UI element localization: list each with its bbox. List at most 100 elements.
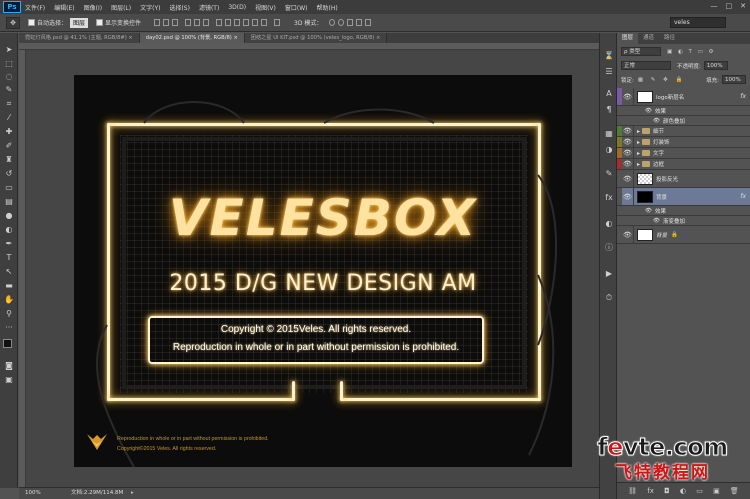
layer-group-row[interactable]: 👁 ▸ 边框 [617,159,750,170]
info-panel-icon[interactable]: ⓘ [604,243,614,253]
layer-group-row[interactable]: 👁 ▸ 細节 [617,126,750,137]
align-middle-icon[interactable] [163,19,170,26]
layer-row[interactable]: 👁 投影反光 [617,170,750,188]
status-arrow-icon[interactable]: ▸ [131,488,134,499]
tab-paths[interactable]: 路径 [659,33,680,44]
align-right-icon[interactable] [203,19,210,26]
lock-icons[interactable]: ▦ ✎ ✥ 🔒 [638,77,686,83]
distribute-middle-icon[interactable] [225,19,232,26]
layer-row[interactable]: 👁 logo新层名 fx [617,88,750,106]
quick-mask-icon[interactable]: ◙ [4,361,14,370]
show-transform-checkbox[interactable] [96,19,104,26]
new-layer-icon[interactable]: ▣ [713,487,720,495]
layer-kind-filter[interactable]: ρ 类型 [621,47,661,56]
effect-item-row[interactable]: 👁 颜色叠加 [617,116,750,126]
group-eye-icon[interactable]: 👁 [622,159,634,169]
adjustments-panel-icon[interactable]: ◐ [604,219,614,229]
layer-effects-row[interactable]: 👁 效果 [617,106,750,116]
distribute-right-icon[interactable] [261,19,268,26]
styles-panel-icon[interactable]: fx [604,193,614,203]
layer-name[interactable]: logo新层名 [656,93,684,101]
screen-mode-icon[interactable]: ▣ [4,375,14,384]
zoom-tool-icon[interactable]: ⚲ [4,309,14,318]
visibility-eye-icon[interactable]: 👁 [622,88,634,105]
effect-item-eye-icon[interactable]: 👁 [653,218,660,224]
history-panel-icon[interactable]: ⌛ [604,51,614,61]
properties-panel-icon[interactable]: ☰ [604,67,614,77]
delete-layer-icon[interactable]: 🗑 [730,487,739,495]
fx-icon[interactable]: fx [740,93,746,100]
paragraph-panel-icon[interactable]: ¶ [604,105,614,115]
auto-select-dropdown[interactable]: 图层 [70,17,89,28]
swatches-panel-icon[interactable]: ▦ [604,129,614,139]
distribute-top-icon[interactable] [216,19,223,26]
expand-arrow-icon[interactable]: ▸ [637,139,640,146]
shape-tool-icon[interactable]: ▬ [4,281,14,290]
brush-panel-icon[interactable]: ✎ [604,169,614,179]
menu-view[interactable]: 视图(V) [255,3,276,12]
menu-image[interactable]: 图像(I) [84,3,102,12]
doc-tab-1[interactable]: 霓虹灯风格.psd @ 41.1% (主题, RGB/8#) × [19,33,140,43]
path-select-tool-icon[interactable]: ↖ [4,267,14,276]
marquee-tool-icon[interactable]: ⬚ [4,59,14,68]
pen-tool-icon[interactable]: ✒ [4,239,14,248]
group-name[interactable]: 文字 [653,149,664,157]
tab-layers[interactable]: 图层 [617,33,639,44]
move-tool-preset-icon[interactable]: ✥ [6,16,20,29]
zoom-level[interactable]: 100% [25,488,41,499]
more-tools-icon[interactable]: ··· [4,323,14,332]
group-eye-icon[interactable]: 👁 [622,137,634,147]
align-bottom-icon[interactable] [172,19,179,26]
expand-arrow-icon[interactable]: ▸ [637,150,640,157]
effect-eye-icon[interactable]: 👁 [645,208,652,214]
visibility-eye-icon[interactable]: 👁 [622,188,634,205]
foreground-color-swatch[interactable] [3,339,12,348]
minimize-button[interactable]: — [711,2,718,10]
layer-row-selected[interactable]: 👁 背景 fx [617,188,750,206]
effect-item-eye-icon[interactable]: 👁 [653,118,660,124]
layer-group-row[interactable]: 👁 ▸ 文字 [617,148,750,159]
lasso-tool-icon[interactable]: ◌ [4,72,14,81]
group-name[interactable]: 边框 [653,160,664,168]
auto-align-icon[interactable] [274,19,281,26]
group-name[interactable]: 細节 [653,127,664,135]
menu-file[interactable]: 文件(F) [25,3,45,12]
3d-rotate-icon[interactable] [329,19,336,26]
align-top-icon[interactable] [154,19,161,26]
layer-row[interactable]: 👁 背景 🔒 [617,226,750,244]
menu-select[interactable]: 选择(S) [169,3,190,12]
effect-item-row[interactable]: 👁 渐变叠加 [617,216,750,226]
timeline-panel-icon[interactable]: ⏱ [604,293,614,303]
3d-pan-icon[interactable] [347,19,354,26]
align-left-icon[interactable] [185,19,192,26]
artboard[interactable]: VELESBOX 2015 D/G NEW DESIGN AM Copyrigh… [74,75,572,467]
healing-tool-icon[interactable]: ✚ [4,127,14,136]
add-style-icon[interactable]: fx [647,487,654,495]
3d-slide-icon[interactable] [356,19,363,26]
stamp-tool-icon[interactable]: ♜ [4,155,14,164]
adjustment-layer-icon[interactable]: ◐ [680,487,686,495]
brush-tool-icon[interactable]: ✐ [4,141,14,150]
move-tool-icon[interactable]: ➤ [4,45,14,54]
color-panel-icon[interactable]: ◑ [604,145,614,155]
maximize-button[interactable]: □ [726,2,733,10]
layer-effects-row[interactable]: 👁 效果 [617,206,750,216]
fill-input[interactable]: 100% [722,75,746,84]
menu-layer[interactable]: 图层(L) [111,3,131,12]
distribute-bottom-icon[interactable] [234,19,241,26]
3d-roll-icon[interactable] [338,19,345,26]
3d-scale-icon[interactable] [365,19,372,26]
add-mask-icon[interactable]: ◘ [664,487,670,495]
quick-select-tool-icon[interactable]: ✎ [4,85,14,94]
distribute-left-icon[interactable] [243,19,250,26]
layer-group-row[interactable]: 👁 ▸ 灯装饰 [617,137,750,148]
layer-name[interactable]: 投影反光 [656,175,678,183]
menu-window[interactable]: 窗口(W) [285,3,308,12]
fx-icon[interactable]: fx [740,193,746,200]
doc-tab-3[interactable]: 团结之星 UI KIT.psd @ 100% (veles_logo, RGB/… [244,33,388,43]
visibility-eye-icon[interactable]: 👁 [622,170,634,187]
visibility-eye-icon[interactable]: 👁 [622,226,634,243]
menu-3d[interactable]: 3D(D) [228,4,246,11]
eyedropper-tool-icon[interactable]: ⁄ [4,113,14,122]
eraser-tool-icon[interactable]: ▭ [4,183,14,192]
